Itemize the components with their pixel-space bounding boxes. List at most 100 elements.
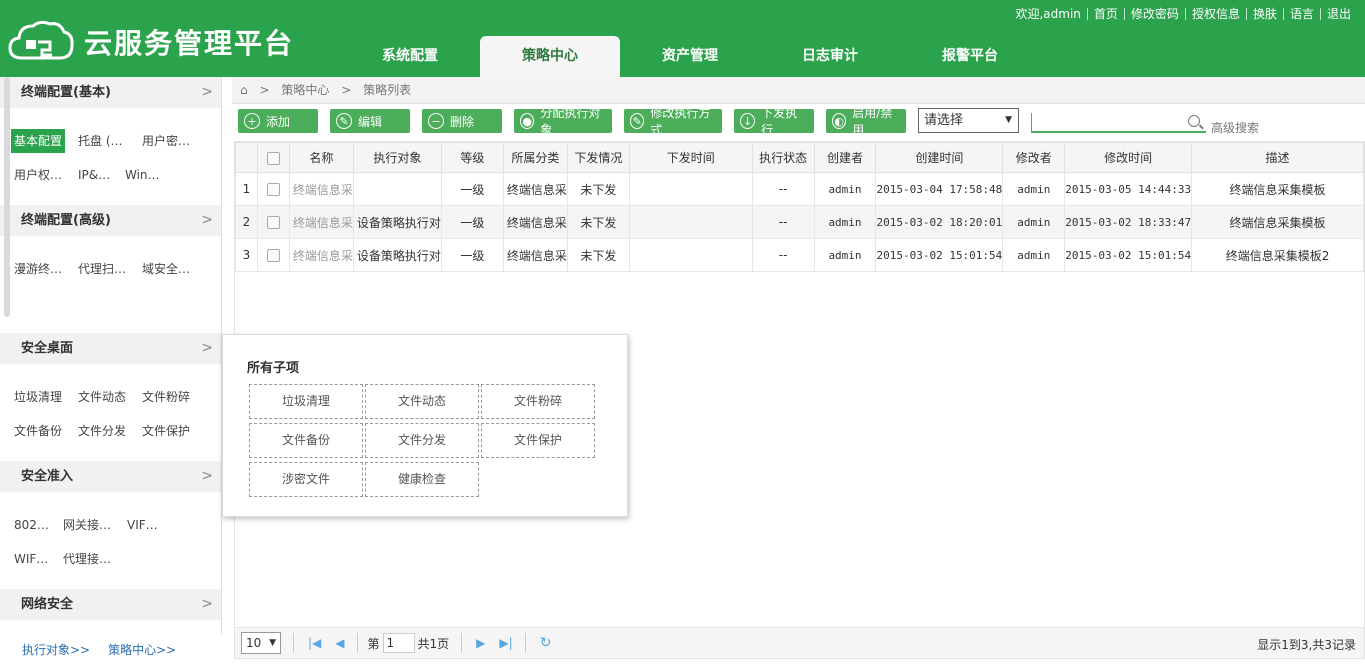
sidebar-item-domain-security[interactable]: 域安全… (142, 257, 190, 281)
sidebar-section-secure-access[interactable]: 安全准入 > (0, 461, 221, 492)
cell-dispatch: 未下发 (566, 205, 630, 239)
search-icon[interactable] (1188, 115, 1200, 127)
first-page-icon[interactable]: |◀ (308, 636, 321, 650)
column-header[interactable]: 创建时间 (875, 142, 1004, 173)
sidebar-item-file-protect[interactable]: 文件保护 (142, 419, 190, 443)
enable-disable-button[interactable]: ◐ 启用/禁用 (826, 106, 906, 137)
record-info: 显示1到3,共3记录 (1257, 638, 1356, 652)
tab-alarm-platform[interactable]: 报警平台 (900, 36, 1040, 77)
skin-link[interactable]: 换肤 (1247, 5, 1283, 22)
next-page-icon[interactable]: ▶ (476, 636, 485, 650)
popup-item-health-check[interactable]: 健康检查 (365, 462, 479, 497)
filter-select[interactable]: 请选择 ▼ (918, 108, 1019, 133)
chevron-right-icon: > (201, 84, 213, 100)
home-icon[interactable]: ⌂ (240, 83, 248, 97)
prev-page-icon[interactable]: ◀ (335, 636, 344, 650)
sidebar-item-user-permission[interactable]: 用户权… (14, 163, 62, 187)
row-number: 1 (235, 172, 258, 206)
cell-name[interactable]: 终端信息采 (288, 172, 354, 206)
breadcrumb-item[interactable]: 策略中心 (281, 83, 329, 97)
popup-item-file-activity[interactable]: 文件动态 (365, 384, 479, 419)
tab-asset-management[interactable]: 资产管理 (620, 36, 760, 77)
sidebar-item-vif[interactable]: VIF… (127, 513, 158, 537)
popup-item-file-backup[interactable]: 文件备份 (249, 423, 363, 458)
last-page-icon[interactable]: ▶| (499, 636, 512, 650)
logout-link[interactable]: 退出 (1321, 5, 1357, 22)
sidebar-item-wif[interactable]: WIF… (14, 547, 48, 571)
advanced-search-link[interactable]: 高级搜索 (1211, 119, 1259, 136)
sidebar-item-roaming[interactable]: 漫游终… (14, 257, 62, 281)
delete-button[interactable]: − 删除 (422, 109, 502, 133)
popup-item-classified-files[interactable]: 涉密文件 (249, 462, 363, 497)
add-button[interactable]: + 添加 (238, 109, 318, 133)
column-header[interactable]: 名称 (288, 142, 354, 173)
column-header[interactable]: 修改时间 (1064, 142, 1193, 173)
breadcrumb: ⌂ > 策略中心 > 策略列表 (232, 77, 1365, 104)
sidebar-item-basic-config[interactable]: 基本配置 (11, 129, 66, 153)
license-info-link[interactable]: 授权信息 (1186, 5, 1246, 22)
row-checkbox[interactable] (256, 205, 290, 239)
dispatch-button[interactable]: ↓ 下发执行 (734, 106, 814, 137)
column-header[interactable]: 等级 (440, 142, 504, 173)
cell-modified: 2015-03-05 14:44:33 (1064, 172, 1193, 206)
tab-system-config[interactable]: 系统配置 (340, 36, 480, 77)
sidebar-item-file-activity[interactable]: 文件动态 (78, 385, 126, 409)
cell-created: 2015-03-02 18:20:01 (875, 205, 1004, 239)
sidebar-item-user-password[interactable]: 用户密… (142, 129, 190, 153)
table-row[interactable]: 3 终端信息采 设备策略执行对 一级 终端信息采 未下发 -- admin 20… (235, 238, 1364, 272)
column-header[interactable]: 创建者 (813, 142, 877, 173)
table-row[interactable]: 2 终端信息采 设备策略执行对 一级 终端信息采 未下发 -- admin 20… (235, 205, 1364, 239)
column-header[interactable]: 下发时间 (628, 142, 753, 173)
chevron-right-icon: > (201, 596, 213, 612)
toolbar: + 添加 ✎ 编辑 − 删除 ● 分配执行对象 ✎ 修改执行方式 ↓ 下发执行 ◐ 启用/禁用 (238, 106, 918, 137)
sidebar-section-secure-desktop[interactable]: 安全桌面 > (0, 333, 221, 364)
sidebar-item-file-shred[interactable]: 文件粉碎 (142, 385, 190, 409)
refresh-icon[interactable]: ↻ (540, 635, 552, 651)
popup-item-junk-clean[interactable]: 垃圾清理 (249, 384, 363, 419)
home-link[interactable]: 首页 (1088, 5, 1124, 22)
sidebar-item-gateway-access[interactable]: 网关接… (63, 513, 111, 537)
sidebar-item-proxy-scan[interactable]: 代理扫… (78, 257, 126, 281)
edit-button[interactable]: ✎ 编辑 (330, 109, 410, 133)
sidebar-item-8021x[interactable]: 802… (14, 513, 49, 537)
column-header[interactable]: 修改者 (1002, 142, 1066, 173)
sidebar-scrollbar[interactable] (4, 77, 10, 317)
row-checkbox[interactable] (256, 172, 290, 206)
tab-policy-center[interactable]: 策略中心 (480, 36, 620, 77)
row-checkbox[interactable] (256, 238, 290, 272)
column-header[interactable]: 执行对象 (352, 142, 442, 173)
language-link[interactable]: 语言 (1284, 5, 1320, 22)
column-header[interactable]: 执行状态 (751, 142, 815, 173)
table-row[interactable]: 1 终端信息采 一级 终端信息采 未下发 -- admin 2015-03-04… (235, 172, 1364, 206)
sidebar-section-network-security[interactable]: 网络安全 > (0, 589, 221, 620)
sidebar-section-terminal-basic[interactable]: 终端配置(基本) > (0, 77, 221, 108)
sidebar-item-file-distribute[interactable]: 文件分发 (78, 419, 126, 443)
link-policy-center[interactable]: 策略中心>> (108, 641, 176, 658)
section-title: 终端配置(基本) (21, 85, 111, 100)
sidebar: 终端配置(基本) > 基本配置 托盘 (… 用户密… 用户权… IP&… Win… (0, 77, 222, 634)
tab-log-audit[interactable]: 日志审计 (760, 36, 900, 77)
page-size-select[interactable]: 10 ▼ (241, 632, 281, 654)
sidebar-item-proxy-access[interactable]: 代理接… (63, 547, 111, 571)
sidebar-item-file-backup[interactable]: 文件备份 (14, 419, 62, 443)
column-header[interactable]: 描述 (1191, 142, 1364, 173)
sidebar-item-tray[interactable]: 托盘 (… (78, 129, 123, 153)
sidebar-section-terminal-advanced[interactable]: 终端配置(高级) > (0, 205, 221, 236)
change-password-link[interactable]: 修改密码 (1125, 5, 1185, 22)
page-number-input[interactable]: 1 (382, 633, 415, 653)
search-input[interactable] (1031, 113, 1206, 133)
sidebar-item-junk-clean[interactable]: 垃圾清理 (14, 385, 62, 409)
popup-item-file-distribute[interactable]: 文件分发 (365, 423, 479, 458)
sidebar-item-win[interactable]: Win… (125, 163, 160, 187)
cell-name[interactable]: 终端信息采 (288, 238, 354, 272)
popup-item-file-shred[interactable]: 文件粉碎 (481, 384, 595, 419)
sidebar-item-ip[interactable]: IP&… (78, 163, 110, 187)
column-header[interactable]: 所属分类 (502, 142, 568, 173)
cell-name[interactable]: 终端信息采 (288, 205, 354, 239)
link-exec-target[interactable]: 执行对象>> (22, 641, 90, 658)
select-all-checkbox[interactable] (256, 142, 290, 173)
modify-exec-mode-button[interactable]: ✎ 修改执行方式 (624, 106, 722, 137)
popup-item-file-protect[interactable]: 文件保护 (481, 423, 595, 458)
assign-target-button[interactable]: ● 分配执行对象 (514, 106, 612, 137)
column-header[interactable]: 下发情况 (566, 142, 630, 173)
